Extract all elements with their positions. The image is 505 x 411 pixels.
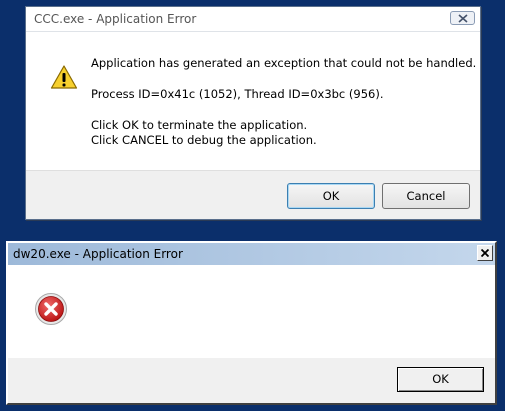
error-message: Application has generated an exception t… [91,56,476,148]
message-line: Click CANCEL to debug the application. [91,133,317,147]
cancel-button[interactable]: Cancel [382,183,470,209]
dialog-titlebar[interactable]: CCC.exe - Application Error [26,7,480,32]
dialog-content [8,265,495,358]
message-line: Click OK to terminate the application. [91,118,308,132]
ok-button[interactable]: OK [287,183,375,209]
error-icon [35,293,67,325]
close-button[interactable] [477,245,493,261]
ok-button[interactable]: OK [397,367,484,392]
close-icon [458,14,468,23]
message-line: Application has generated an exception t… [91,56,477,70]
close-icon [481,249,489,257]
warning-icon [50,65,78,89]
dw20-error-dialog: dw20.exe - Application Error OK [6,241,497,405]
dialog-title: dw20.exe - Application Error [13,247,183,261]
dialog-title: CCC.exe - Application Error [34,12,197,26]
message-line: Process ID=0x41c (1052), Thread ID=0x3bc… [91,87,384,101]
dialog-footer: OK [8,358,495,403]
dialog-footer: OK Cancel [26,171,480,221]
close-button[interactable] [450,11,475,25]
ccc-error-dialog: CCC.exe - Application Error Application … [25,6,481,220]
dialog-titlebar[interactable]: dw20.exe - Application Error [8,243,495,265]
dialog-content: Application has generated an exception t… [26,32,480,171]
